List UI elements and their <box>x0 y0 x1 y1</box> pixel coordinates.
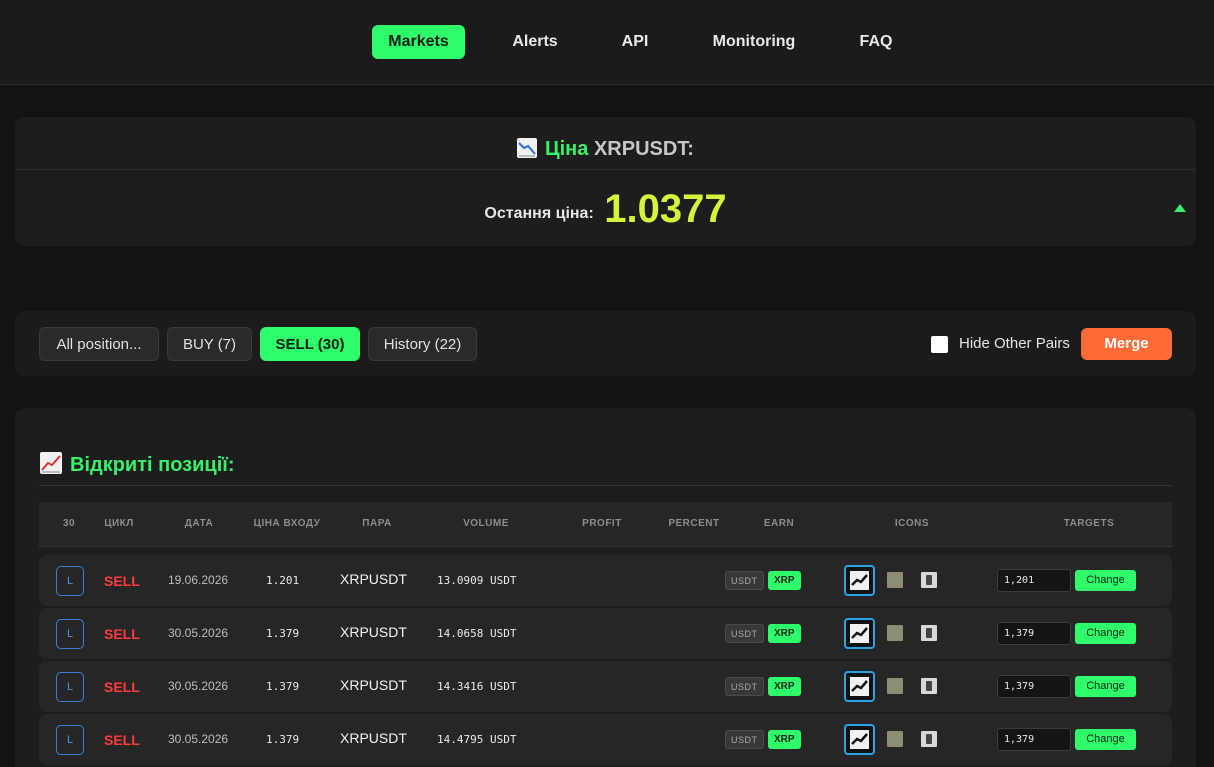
edit-icon[interactable] <box>887 572 903 588</box>
table-row: L SELL 30.05.2026 1.379 XRPUSDT 14.0658 … <box>39 608 1172 659</box>
table-header: 30 ЦИКЛ ДАТА ЦІНА ВХОДУ ПАРА VOLUME PROF… <box>39 502 1172 547</box>
delete-icon[interactable] <box>921 625 937 641</box>
nav-alerts[interactable]: Alerts <box>500 25 570 59</box>
price-title-label: Ціна <box>545 138 589 160</box>
entry-price-cell: 1.201 <box>266 574 300 587</box>
cycle-cell: SELL <box>104 573 140 589</box>
change-button[interactable]: Change <box>1075 676 1136 697</box>
date-cell: 19.06.2026 <box>168 573 229 587</box>
earn-xrp-tag[interactable]: XRP <box>768 730 801 749</box>
edit-icon[interactable] <box>887 625 903 641</box>
entry-price-cell: 1.379 <box>266 627 300 640</box>
target-input[interactable]: 1,201 <box>997 569 1071 592</box>
cycle-cell: SELL <box>104 626 140 642</box>
pair-cell: XRPUSDT <box>340 730 407 746</box>
earn-xrp-tag[interactable]: XRP <box>768 624 801 643</box>
chart-view-icon[interactable] <box>844 671 875 702</box>
long-badge[interactable]: L <box>56 566 84 596</box>
header-earn: EARN <box>763 518 795 529</box>
header-count: 30 <box>62 518 76 529</box>
positions-title: Відкриті позиції: <box>40 452 235 477</box>
table-row: L SELL 30.05.2026 1.379 XRPUSDT 14.4795 … <box>39 714 1172 765</box>
header-pair: ПАРА <box>362 518 392 529</box>
filter-bar: All position... BUY (7) SELL (30) Histor… <box>15 311 1196 376</box>
table-row: L SELL 19.06.2026 1.201 XRPUSDT 13.0909 … <box>39 555 1172 606</box>
volume-cell: 14.3416 USDT <box>437 680 517 693</box>
price-header: Ціна XRPUSDT: <box>15 117 1196 170</box>
positions-title-text: Відкриті позиції: <box>70 454 235 476</box>
header-percent: PERCENT <box>668 518 720 529</box>
earn-xrp-tag[interactable]: XRP <box>768 571 801 590</box>
header-targets: TARGETS <box>1063 518 1115 529</box>
positions-card: Відкриті позиції: 30 ЦИКЛ ДАТА ЦІНА ВХОД… <box>15 408 1196 767</box>
date-cell: 30.05.2026 <box>168 679 229 693</box>
filter-history[interactable]: History (22) <box>368 327 477 361</box>
target-input[interactable]: 1,379 <box>997 728 1071 751</box>
change-button[interactable]: Change <box>1075 729 1136 750</box>
long-badge[interactable]: L <box>56 725 84 755</box>
nav-faq[interactable]: FAQ <box>848 25 904 59</box>
cycle-cell: SELL <box>104 679 140 695</box>
cycle-cell: SELL <box>104 732 140 748</box>
delete-icon[interactable] <box>921 731 937 747</box>
price-card: Ціна XRPUSDT: Остання ціна: 1.0377 <box>15 117 1196 246</box>
nav-monitoring[interactable]: Monitoring <box>700 25 808 59</box>
edit-icon[interactable] <box>887 731 903 747</box>
header-cycle: ЦИКЛ <box>104 518 134 529</box>
pair-cell: XRPUSDT <box>340 624 407 640</box>
last-price: Остання ціна: 1.0377 <box>15 187 1196 232</box>
long-badge[interactable]: L <box>56 672 84 702</box>
change-button[interactable]: Change <box>1075 623 1136 644</box>
hide-other-pairs-checkbox[interactable] <box>931 336 948 353</box>
header-entry-price: ЦІНА ВХОДУ <box>253 518 321 529</box>
header-date: ДАТА <box>184 518 214 529</box>
change-button[interactable]: Change <box>1075 570 1136 591</box>
chart-down-icon <box>517 138 538 158</box>
divider <box>39 485 1172 486</box>
long-badge[interactable]: L <box>56 619 84 649</box>
table-row: L SELL 30.05.2026 1.379 XRPUSDT 14.3416 … <box>39 661 1172 712</box>
chart-up-icon <box>40 452 62 474</box>
nav-api[interactable]: API <box>610 25 660 59</box>
delete-icon[interactable] <box>921 678 937 694</box>
header-icons: ICONS <box>894 518 930 529</box>
nav-markets[interactable]: Markets <box>372 25 465 59</box>
last-price-value: 1.0377 <box>604 187 727 231</box>
trend-up-icon <box>1174 204 1186 212</box>
volume-cell: 14.4795 USDT <box>437 733 517 746</box>
date-cell: 30.05.2026 <box>168 732 229 746</box>
top-nav: Markets Alerts API Monitoring FAQ <box>0 0 1214 85</box>
merge-button[interactable]: Merge <box>1081 328 1172 360</box>
target-input[interactable]: 1,379 <box>997 622 1071 645</box>
entry-price-cell: 1.379 <box>266 680 300 693</box>
price-symbol: XRPUSDT: <box>593 138 694 160</box>
edit-icon[interactable] <box>887 678 903 694</box>
filter-buy[interactable]: BUY (7) <box>167 327 252 361</box>
earn-usdt-tag[interactable]: USDT <box>725 571 764 590</box>
target-input[interactable]: 1,379 <box>997 675 1071 698</box>
earn-xrp-tag[interactable]: XRP <box>768 677 801 696</box>
earn-usdt-tag[interactable]: USDT <box>725 624 764 643</box>
chart-view-icon[interactable] <box>844 565 875 596</box>
header-profit: PROFIT <box>582 518 622 529</box>
pair-cell: XRPUSDT <box>340 571 407 587</box>
date-cell: 30.05.2026 <box>168 626 229 640</box>
volume-cell: 14.0658 USDT <box>437 627 517 640</box>
earn-usdt-tag[interactable]: USDT <box>725 677 764 696</box>
chart-view-icon[interactable] <box>844 618 875 649</box>
earn-usdt-tag[interactable]: USDT <box>725 730 764 749</box>
header-volume: VOLUME <box>463 518 509 529</box>
entry-price-cell: 1.379 <box>266 733 300 746</box>
filter-sell[interactable]: SELL (30) <box>260 327 360 361</box>
last-price-label: Остання ціна: <box>484 205 594 222</box>
chart-view-icon[interactable] <box>844 724 875 755</box>
filter-all-positions[interactable]: All position... <box>39 327 159 361</box>
hide-other-pairs-label: Hide Other Pairs <box>959 335 1070 352</box>
delete-icon[interactable] <box>921 572 937 588</box>
volume-cell: 13.0909 USDT <box>437 574 517 587</box>
pair-cell: XRPUSDT <box>340 677 407 693</box>
